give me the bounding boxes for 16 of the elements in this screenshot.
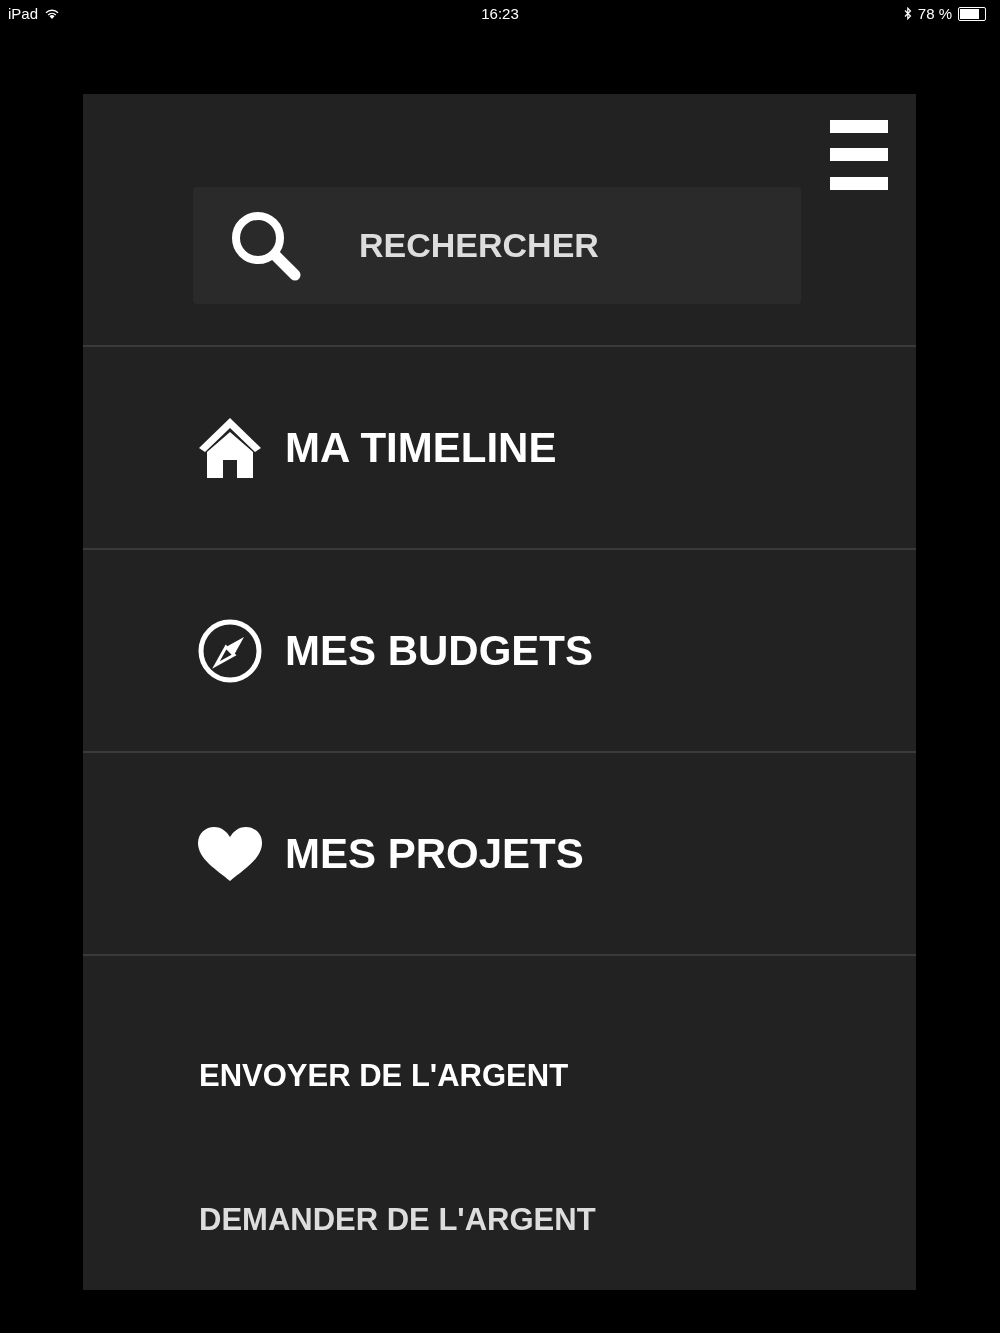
bluetooth-icon xyxy=(903,7,912,20)
menu-item[interactable]: MES BUDGETS xyxy=(197,617,594,684)
menu-item[interactable]: MES PROJETS xyxy=(197,825,584,882)
battery-percent: 78 % xyxy=(917,5,952,22)
battery-icon xyxy=(958,6,986,21)
search-field[interactable]: RECHERCHER xyxy=(357,225,761,266)
menu-icon[interactable] xyxy=(830,120,888,190)
home-icon xyxy=(197,415,263,480)
compass-icon xyxy=(197,617,263,684)
menu-link[interactable]: ENVOYER DE L'ARGENT xyxy=(199,1058,916,1094)
status-time: 16:23 xyxy=(480,5,520,22)
heart-icon xyxy=(197,825,263,882)
menu-link[interactable]: DEMANDER DE L'ARGENT xyxy=(199,1202,916,1238)
device-name: iPad xyxy=(8,5,39,22)
wifi-icon xyxy=(44,7,61,20)
menu-item[interactable]: MA TIMELINE xyxy=(197,415,557,480)
